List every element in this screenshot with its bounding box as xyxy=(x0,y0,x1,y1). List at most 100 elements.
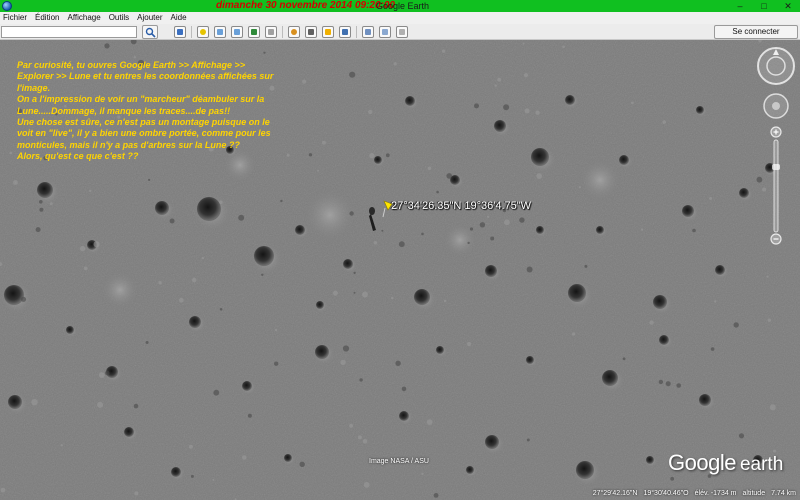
sign-in-button[interactable]: Se connecter xyxy=(714,25,798,39)
surface-mound xyxy=(578,158,622,202)
surface-speck xyxy=(373,241,378,245)
window-controls: – □ ✕ xyxy=(728,0,800,12)
crater xyxy=(485,435,499,449)
crater xyxy=(315,345,329,359)
surface-speck xyxy=(238,214,245,221)
surface-speck xyxy=(474,103,479,109)
ruler-icon[interactable] xyxy=(339,26,351,38)
crater xyxy=(37,182,53,198)
status-elevation: élév. -1734 m xyxy=(694,489,737,497)
surface-speck xyxy=(190,474,194,478)
surface-speck xyxy=(280,199,283,203)
search-button[interactable] xyxy=(142,25,158,39)
surface-speck xyxy=(362,291,368,298)
status-bar: 27°29'42.16"N 19°30'40.46"O élév. -1734 … xyxy=(0,486,800,500)
surface-speck xyxy=(261,273,264,276)
surface-speck xyxy=(670,476,675,481)
menu-file[interactable]: Fichier xyxy=(3,12,27,24)
walker-figure xyxy=(369,207,376,231)
surface-speck xyxy=(441,49,446,53)
historical-imagery-icon[interactable] xyxy=(288,26,300,38)
google-earth-icon xyxy=(2,1,12,11)
menu-view[interactable]: Affichage xyxy=(67,12,100,24)
placemark-icon[interactable] xyxy=(197,26,209,38)
surface-speck xyxy=(640,228,644,231)
zoom-slider[interactable] xyxy=(770,126,782,245)
surface-speck xyxy=(274,361,279,366)
close-button[interactable]: ✕ xyxy=(776,0,800,12)
surface-speck xyxy=(767,318,771,322)
moon-map-view[interactable]: Par curiosité, tu ouvres Google Earth >>… xyxy=(0,40,800,500)
annotation-paragraph: On a l'impression de voir un "marcheur" … xyxy=(17,94,265,116)
surface-speck xyxy=(13,180,18,185)
surface-speck xyxy=(738,433,745,439)
surface-speck xyxy=(219,200,223,204)
surface-speck xyxy=(467,341,472,347)
sunlight-icon[interactable] xyxy=(305,26,317,38)
surface-speck xyxy=(714,300,717,303)
surface-speck xyxy=(443,299,447,303)
surface-speck xyxy=(98,372,105,378)
status-altitude-value: 7.74 km xyxy=(771,489,796,497)
record-tour-icon[interactable] xyxy=(265,26,277,38)
crater xyxy=(295,225,305,235)
maximize-button[interactable]: □ xyxy=(752,0,776,12)
compass-ring-icon[interactable] xyxy=(757,47,795,85)
polygon-icon[interactable] xyxy=(214,26,226,38)
surface-speck xyxy=(486,215,490,218)
print-icon[interactable] xyxy=(379,26,391,38)
crater xyxy=(646,456,654,464)
crater xyxy=(536,226,544,234)
menu-add[interactable]: Ajouter xyxy=(137,12,162,24)
surface-speck xyxy=(522,42,525,45)
surface-speck xyxy=(60,444,63,447)
crater xyxy=(436,346,444,354)
surface-speck xyxy=(692,228,696,233)
menu-help[interactable]: Aide xyxy=(171,12,187,24)
surface-speck xyxy=(524,108,530,114)
surface-speck xyxy=(219,308,223,311)
annotation-text: Par curiosité, tu ouvres Google Earth >>… xyxy=(17,60,279,163)
annotation-paragraph: Alors, qu'est ce que c'est ?? xyxy=(17,151,139,162)
surface-mound xyxy=(442,222,478,258)
crater xyxy=(526,356,534,364)
surface-speck xyxy=(201,256,204,260)
surface-speck xyxy=(503,104,510,111)
surface-speck xyxy=(535,110,540,115)
placemark-label[interactable]: 27°34'26.35"N 19°36'4.75"W xyxy=(391,200,531,212)
window-date-title: dimanche 30 novembre 2014 09:20:00 xyxy=(216,0,395,11)
crater xyxy=(485,265,497,277)
menu-edit[interactable]: Édition xyxy=(35,12,59,24)
crater xyxy=(696,106,704,114)
save-image-icon[interactable] xyxy=(396,26,408,38)
sidebar-toggle-icon[interactable] xyxy=(174,26,186,38)
image-overlay-icon[interactable] xyxy=(248,26,260,38)
menu-bar: Fichier Édition Affichage Outils Ajouter… xyxy=(0,12,800,24)
surface-speck xyxy=(494,84,497,87)
surface-speck xyxy=(133,56,137,59)
crater xyxy=(343,259,353,269)
surface-speck xyxy=(322,140,326,145)
surface-speck xyxy=(479,222,486,228)
look-joystick-icon[interactable] xyxy=(763,93,789,119)
crater xyxy=(155,201,169,215)
surface-speck xyxy=(391,296,394,300)
path-icon[interactable] xyxy=(231,26,243,38)
surface-speck xyxy=(9,151,13,155)
surface-speck xyxy=(467,241,470,245)
surface-speck xyxy=(79,245,86,252)
planet-switch-icon[interactable] xyxy=(322,26,334,38)
surface-speck xyxy=(212,479,215,481)
crater xyxy=(602,370,618,386)
navigation-controls xyxy=(757,47,795,245)
minimize-button[interactable]: – xyxy=(728,0,752,12)
surface-speck xyxy=(368,109,373,115)
email-icon[interactable] xyxy=(362,26,374,38)
search-input[interactable] xyxy=(1,26,137,38)
crater xyxy=(197,197,221,221)
surface-speck xyxy=(49,202,53,206)
toolbar: Se connecter xyxy=(0,24,800,40)
surface-speck xyxy=(20,296,27,302)
annotation-paragraph: Par curiosité, tu ouvres Google Earth >>… xyxy=(17,60,274,93)
menu-tools[interactable]: Outils xyxy=(109,12,129,24)
